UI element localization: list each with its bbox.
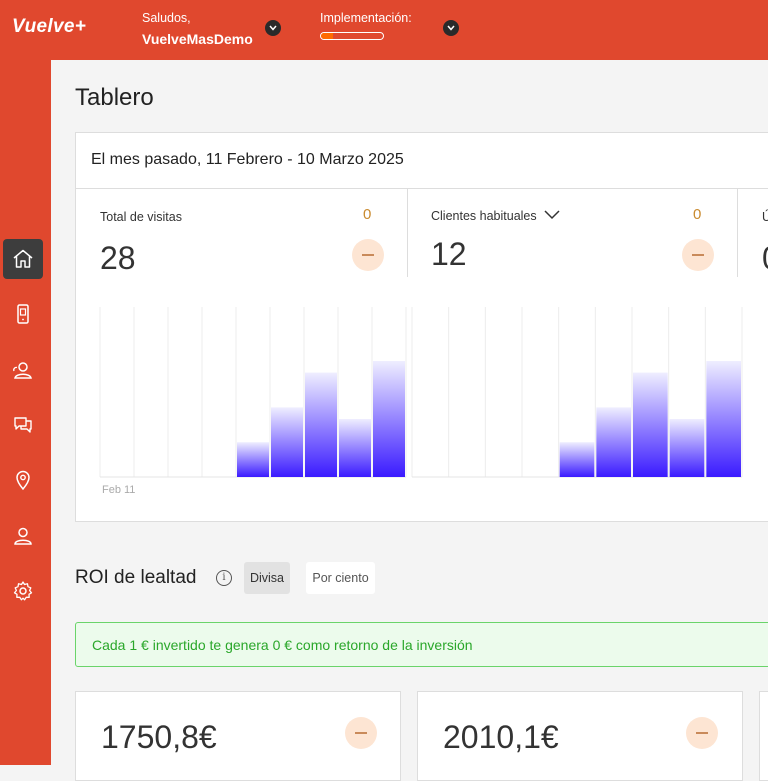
- roi-card: [759, 691, 768, 781]
- info-icon[interactable]: i: [216, 570, 232, 586]
- stat-third-value: 0: [762, 240, 768, 277]
- sidebar-item-profile[interactable]: [3, 516, 43, 556]
- stat-returning-neutral-icon: [682, 239, 714, 271]
- sidebar-item-customers[interactable]: [3, 350, 43, 390]
- stat-returning-label: Clientes habituales: [431, 209, 537, 223]
- chart-bar[interactable]: [633, 372, 668, 477]
- user-name: VuelveMasDemo: [142, 31, 253, 47]
- summary-card: El mes pasado, 11 Febrero - 10 Marzo 202…: [75, 132, 768, 522]
- x-tick-label: Feb 11: [102, 484, 135, 496]
- chevron-down-icon[interactable]: [544, 210, 560, 220]
- app-logo[interactable]: Vuelve+: [12, 16, 86, 38]
- roi-card-value: 2010,1€: [443, 719, 559, 755]
- chart-bar[interactable]: [237, 442, 269, 477]
- users-icon: [13, 362, 32, 379]
- page-title: Tablero: [75, 84, 154, 111]
- stat-returning-badge: 0: [693, 206, 702, 223]
- location-icon: [16, 470, 30, 491]
- stat-third-label: Ú: [762, 210, 768, 224]
- implementation-progress-bar: [320, 32, 384, 40]
- sidebar-item-settings[interactable]: [3, 571, 43, 611]
- sidebar-item-locations[interactable]: [3, 460, 43, 500]
- visits-bar-charts: Feb 11: [99, 307, 743, 496]
- roi-banner: Cada 1 € invertido te genera 0 € como re…: [75, 622, 768, 667]
- stat-total-visits-label: Total de visitas: [100, 210, 182, 224]
- roi-card-neutral-icon: [686, 717, 718, 749]
- roi-banner-text: Cada 1 € invertido te genera 0 € como re…: [92, 637, 473, 653]
- roi-card: 1750,8€: [75, 691, 401, 781]
- sidebar-item-messages[interactable]: [3, 405, 43, 445]
- chart-bar[interactable]: [373, 361, 405, 477]
- user-icon: [14, 527, 32, 545]
- roi-card-value: 1750,8€: [101, 719, 217, 755]
- gear-icon: [13, 581, 33, 601]
- chart-bar[interactable]: [706, 361, 741, 477]
- divider: [737, 189, 738, 277]
- chat-icon: [14, 417, 32, 433]
- roi-title: ROI de lealtad: [75, 567, 197, 588]
- toggle-percent-button[interactable]: Por ciento: [306, 562, 375, 594]
- chart-bar[interactable]: [305, 372, 337, 477]
- stat-total-visits-neutral-icon: [352, 239, 384, 271]
- chart-bar[interactable]: [271, 407, 303, 477]
- stat-total-visits-value: 28: [100, 240, 136, 276]
- implementation-progress-fill: [321, 33, 334, 39]
- toggle-currency-button[interactable]: Divisa: [244, 562, 290, 594]
- chart-bar[interactable]: [339, 419, 371, 477]
- chart-bar[interactable]: [559, 442, 595, 477]
- summary-card-header: El mes pasado, 11 Febrero - 10 Marzo 202…: [76, 133, 768, 189]
- phone-icon: [17, 304, 29, 324]
- implementation-menu-chevron-icon[interactable]: [443, 20, 459, 36]
- chart-bar[interactable]: [596, 407, 631, 477]
- roi-card: 2010,1€: [417, 691, 743, 781]
- stat-returning-value: 12: [431, 236, 467, 272]
- sidebar-item-home[interactable]: [3, 239, 43, 279]
- divider: [407, 189, 408, 277]
- user-menu-chevron-icon[interactable]: [265, 20, 281, 36]
- home-icon: [13, 249, 33, 268]
- top-bar: Vuelve+ Saludos, VuelveMasDemo Implement…: [0, 0, 768, 60]
- sidebar: [0, 60, 51, 765]
- greeting-label: Saludos,: [142, 11, 191, 25]
- chart-bar[interactable]: [669, 419, 705, 477]
- roi-card-neutral-icon: [345, 717, 377, 749]
- sidebar-item-device[interactable]: [3, 294, 43, 334]
- implementation-label: Implementación:: [320, 11, 412, 25]
- period-label: El mes pasado, 11 Febrero - 10 Marzo 202…: [91, 151, 404, 168]
- stat-total-visits-badge: 0: [363, 206, 372, 223]
